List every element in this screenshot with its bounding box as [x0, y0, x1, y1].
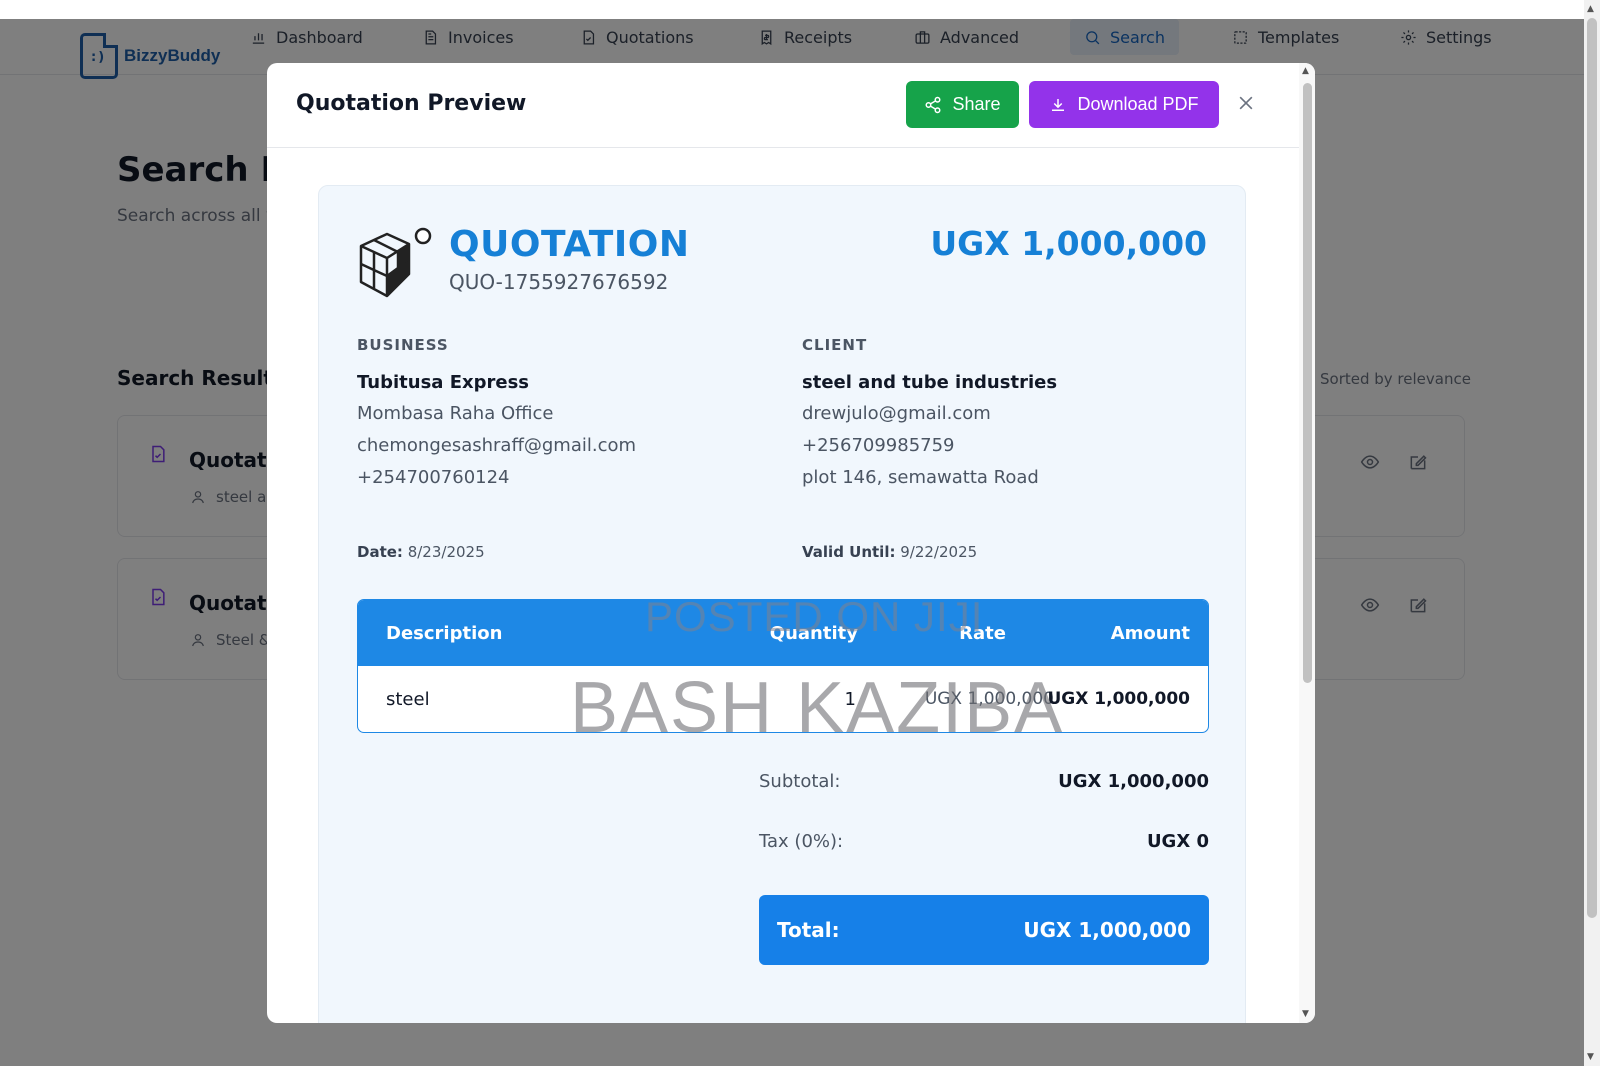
business-email: chemongesashraff@gmail.com: [357, 435, 637, 456]
modal-scroll-down-icon[interactable]: ▼: [1302, 1009, 1309, 1019]
item-amount: UGX 1,000,000: [1047, 689, 1191, 709]
total-label: Total:: [777, 918, 840, 942]
valid-until: Valid Until: 9/22/2025: [802, 543, 977, 561]
subtotal-row: Subtotal: UGX 1,000,000: [759, 771, 1209, 792]
item-description: steel: [386, 688, 430, 710]
client-phone: +256709985759: [802, 435, 955, 456]
share-icon: [925, 96, 941, 113]
close-icon[interactable]: [1236, 93, 1258, 115]
tax-label: Tax (0%):: [759, 831, 844, 852]
watermark-main: BASH KAZIBA: [570, 668, 1065, 748]
valid-until-value: 9/22/2025: [900, 543, 978, 561]
col-amount: Amount: [1110, 622, 1190, 644]
subtotal-label: Subtotal:: [759, 771, 841, 792]
client-name: steel and tube industries: [802, 372, 1058, 393]
date-value: 8/23/2025: [407, 543, 485, 561]
col-description: Description: [386, 622, 503, 644]
quotation-date: Date: 8/23/2025: [357, 543, 485, 561]
window-scrollbar[interactable]: ▲ ▼: [1584, 0, 1600, 1066]
valid-until-label: Valid Until:: [802, 543, 896, 561]
client-address: plot 146, semawatta Road: [802, 467, 1039, 488]
modal-scroll-thumb[interactable]: [1303, 83, 1312, 683]
client-email: drewjulo@gmail.com: [802, 403, 991, 424]
download-icon: [1052, 98, 1065, 111]
share-button[interactable]: Share: [906, 81, 1019, 128]
document-heading: QUOTATION: [449, 224, 690, 265]
tax-row: Tax (0%): UGX 0: [759, 831, 1209, 852]
date-label: Date:: [357, 543, 403, 561]
total-value: UGX 1,000,000: [1023, 918, 1191, 942]
modal-scroll-up-icon[interactable]: ▲: [1302, 66, 1309, 76]
quotation-preview-modal: Quotation Preview Share Download PDF QUO…: [267, 63, 1315, 1023]
header-total-amount: UGX 1,000,000: [930, 224, 1207, 263]
browser-top-strip: [0, 0, 1584, 19]
client-label: CLIENT: [802, 336, 868, 354]
share-label: Share: [952, 94, 1001, 114]
scroll-up-arrow-icon[interactable]: ▲: [1587, 4, 1594, 14]
modal-scrollbar[interactable]: ▲ ▼: [1299, 63, 1315, 1023]
tax-value: UGX 0: [1146, 831, 1209, 852]
scroll-down-arrow-icon[interactable]: ▼: [1587, 1052, 1594, 1062]
cube-logo-icon: [359, 227, 432, 298]
business-section: BUSINESS Tubitusa Express Mombasa Raha O…: [357, 336, 757, 498]
download-pdf-button[interactable]: Download PDF: [1029, 81, 1219, 128]
business-name: Tubitusa Express: [357, 372, 530, 393]
watermark-top: POSTED ON JIJI: [645, 593, 984, 640]
window-scroll-thumb[interactable]: [1587, 18, 1597, 918]
modal-header: Quotation Preview Share Download PDF: [267, 63, 1299, 148]
modal-title: Quotation Preview: [296, 91, 527, 116]
client-section: CLIENT steel and tube industries drewjul…: [802, 336, 1202, 498]
quotation-number: QUO-1755927676592: [449, 270, 669, 294]
business-phone: +254700760124: [357, 467, 510, 488]
total-box: Total: UGX 1,000,000: [759, 895, 1209, 965]
download-pdf-label: Download PDF: [1077, 94, 1199, 114]
subtotal-value: UGX 1,000,000: [1058, 771, 1209, 792]
business-label: BUSINESS: [357, 336, 449, 354]
business-address: Mombasa Raha Office: [357, 403, 554, 424]
